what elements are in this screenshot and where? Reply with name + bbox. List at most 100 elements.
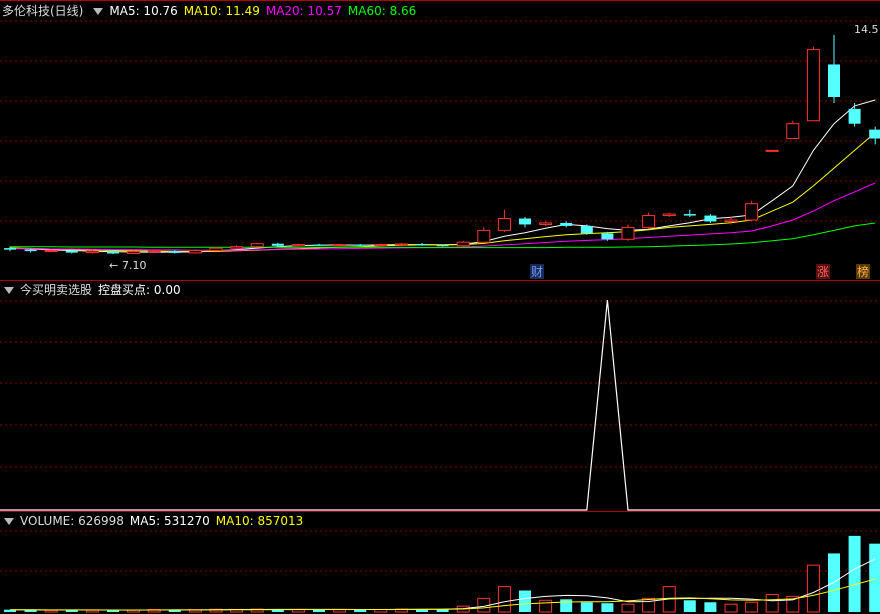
candle-body (539, 222, 553, 225)
candle-body (662, 213, 676, 217)
dropdown-triangle-icon[interactable] (93, 7, 104, 15)
candle (828, 34, 840, 103)
candle-body (107, 251, 119, 254)
volume-bar (601, 603, 614, 612)
candle-body (354, 244, 367, 246)
candle (354, 244, 367, 246)
volume-bar (333, 609, 347, 613)
candle (477, 227, 491, 243)
annotations: 7.10 ← 14.5 财 涨 榜 (109, 23, 879, 279)
volume-bar (806, 564, 820, 613)
candle (313, 243, 325, 246)
ma-line-ma5 (9, 99, 876, 253)
volume-bar (44, 609, 58, 613)
candle-body (477, 229, 491, 243)
candle-body (147, 250, 161, 253)
candle (869, 126, 880, 145)
badge-bang[interactable]: 榜 (857, 264, 869, 279)
indicator-line (0, 299, 880, 511)
volume-bar (354, 609, 367, 612)
candle-body (209, 247, 223, 252)
ma-line-ma60 (10, 222, 876, 249)
indicator-header: 今买明卖选股 控盘买点: 0.00 (0, 281, 187, 299)
price-header: 多伦科技(日线) MA5: 10.76 MA10: 11.49 MA20: 10.57… (0, 2, 422, 20)
candle (333, 243, 347, 247)
candle-body (497, 218, 511, 231)
candle (539, 221, 553, 226)
candle (580, 224, 593, 235)
candle-body (806, 49, 820, 122)
stock-name: 多伦科技(日线) (2, 4, 84, 18)
volume-bar (560, 599, 573, 612)
candle-body (127, 251, 141, 254)
candle-body (456, 241, 470, 247)
candle (848, 102, 861, 127)
ma60-label: MA60: 8.66 (347, 4, 417, 18)
candle (765, 149, 779, 152)
candle (642, 212, 656, 229)
candle-body (291, 244, 305, 247)
candle-body (519, 218, 531, 225)
candle (519, 217, 531, 228)
volume-bar (848, 535, 861, 612)
candle-body (704, 215, 717, 222)
candle-body (4, 248, 16, 250)
volume-bar (704, 602, 717, 612)
volume-header: VOLUME: 626998 MA5: 531270 MA10: 857013 (0, 512, 309, 530)
candle (806, 46, 820, 122)
candle-body (745, 203, 759, 221)
ma-line-ma10 (9, 132, 876, 252)
badge-cai[interactable]: 财 (531, 265, 543, 279)
candle (250, 242, 264, 248)
candle (621, 224, 635, 241)
candle (560, 221, 573, 228)
ma10-label: MA10: 11.49 (183, 4, 260, 18)
volume-bar (580, 602, 593, 612)
volume-bar (642, 597, 656, 613)
candle-body (333, 244, 347, 247)
candle-body (724, 219, 738, 222)
volume-bar (497, 586, 511, 613)
volume-label: VOLUME: 626998 (20, 514, 124, 528)
candle (497, 209, 511, 232)
candle-body (250, 243, 264, 248)
low-price-label: 7.10 (122, 259, 147, 272)
candle-body (436, 245, 449, 247)
volume-bar (539, 599, 553, 613)
candle-body (869, 129, 880, 139)
candle (291, 243, 305, 247)
candle-body (230, 246, 244, 249)
candle-body (65, 250, 78, 253)
volume-bar (621, 603, 635, 613)
volume-bar (271, 609, 284, 612)
candle (662, 212, 676, 218)
volume-bar (724, 603, 738, 613)
candle-body (683, 214, 696, 216)
candle (683, 209, 696, 218)
candle-body (621, 226, 635, 240)
dropdown-triangle-icon[interactable] (4, 286, 14, 294)
badge-zhang[interactable]: 涨 (817, 264, 829, 279)
candle (4, 246, 16, 252)
dropdown-triangle-icon[interactable] (4, 517, 14, 525)
volume-bar (765, 593, 779, 613)
ma20-label: MA20: 10.57 (265, 4, 342, 18)
volume-ma10-label: MA10: 857013 (215, 514, 304, 528)
volume-bar (683, 600, 696, 612)
indicator-polyline (0, 299, 880, 511)
candle-body (642, 215, 656, 228)
high-price-label: 14.5 (854, 23, 879, 36)
candle (456, 240, 470, 247)
candle (704, 214, 717, 223)
candle-body (168, 251, 181, 253)
candle-body (44, 250, 58, 253)
candle-body (765, 149, 779, 152)
indicator-value: 控盘买点: 0.00 (98, 283, 181, 297)
candle-body (374, 244, 388, 247)
candle-body (188, 250, 202, 254)
candle-body (580, 225, 593, 234)
volume-bar (519, 590, 531, 612)
moving-average-lines (9, 99, 876, 253)
candle (745, 200, 759, 222)
candle (374, 243, 388, 247)
